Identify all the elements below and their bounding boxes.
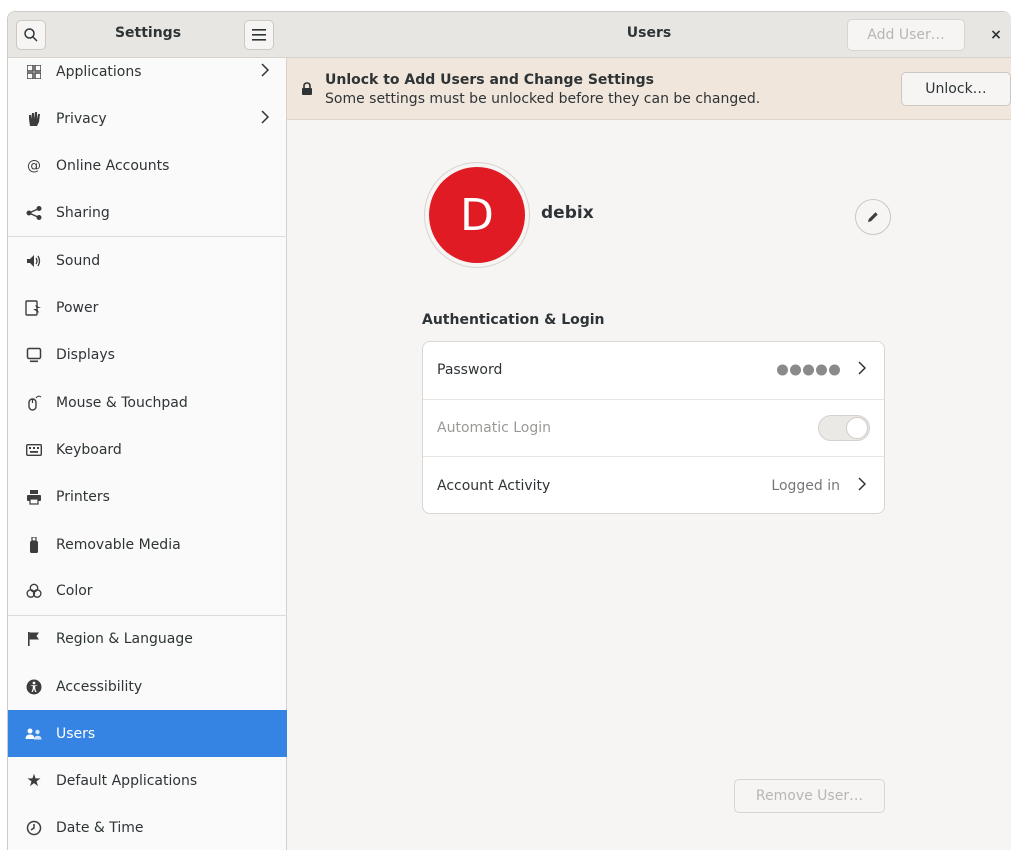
menu-button[interactable] bbox=[244, 20, 274, 50]
close-button[interactable]: × bbox=[985, 24, 1007, 46]
auth-section-title: Authentication & Login bbox=[422, 312, 605, 328]
search-button[interactable] bbox=[16, 20, 46, 50]
password-row[interactable]: Password bbox=[423, 342, 884, 400]
sidebar-item-applications[interactable]: Applications bbox=[8, 48, 287, 95]
automatic-login-toggle[interactable] bbox=[818, 414, 870, 441]
toggle-knob bbox=[846, 416, 868, 439]
sidebar-item-power[interactable]: Power bbox=[8, 284, 287, 331]
sidebar-item-color[interactable]: Color bbox=[8, 568, 287, 616]
accessibility-icon bbox=[24, 677, 44, 697]
sidebar-item-keyboard[interactable]: Keyboard bbox=[8, 426, 287, 473]
unlock-title: Unlock to Add Users and Change Settings bbox=[325, 72, 654, 88]
chevron-right-icon bbox=[261, 63, 270, 81]
settings-window: Settings Applications Privacy @ Online A… bbox=[7, 11, 1011, 850]
username: debix bbox=[541, 203, 594, 223]
sidebar: Settings Applications Privacy @ Online A… bbox=[8, 12, 287, 850]
sidebar-item-label: Date & Time bbox=[56, 820, 144, 837]
main-panel: Users Add User… × Unlock to Add Users an… bbox=[287, 12, 1011, 850]
users-icon bbox=[24, 724, 44, 744]
sidebar-item-label: Printers bbox=[56, 489, 110, 506]
main-header: Users Add User… × bbox=[287, 12, 1011, 58]
sidebar-item-sharing[interactable]: Sharing bbox=[8, 190, 287, 238]
at-sign-icon: @ bbox=[27, 158, 41, 175]
color-icon bbox=[24, 581, 44, 601]
sidebar-item-privacy[interactable]: Privacy bbox=[8, 95, 287, 142]
speaker-icon bbox=[24, 251, 44, 271]
sidebar-item-mouse-touchpad[interactable]: Mouse & Touchpad bbox=[8, 379, 287, 426]
keyboard-icon bbox=[24, 440, 44, 460]
unlock-subtitle: Some settings must be unlocked before th… bbox=[325, 91, 761, 107]
share-icon bbox=[24, 203, 44, 223]
sidebar-item-region-language[interactable]: Region & Language bbox=[8, 616, 287, 663]
sidebar-item-label: Online Accounts bbox=[56, 158, 170, 175]
close-icon: × bbox=[990, 27, 1002, 43]
password-label: Password bbox=[437, 362, 503, 379]
sidebar-item-label: Displays bbox=[56, 347, 115, 364]
clock-icon bbox=[24, 818, 44, 838]
mouse-icon bbox=[24, 393, 44, 413]
sidebar-item-removable-media[interactable]: Removable Media bbox=[8, 521, 287, 568]
chevron-right-icon bbox=[261, 110, 270, 128]
remove-user-button[interactable]: Remove User… bbox=[734, 779, 885, 813]
edit-name-button[interactable] bbox=[855, 199, 891, 235]
sidebar-item-label: Applications bbox=[56, 63, 142, 80]
display-icon bbox=[24, 345, 44, 365]
search-icon bbox=[24, 28, 38, 42]
sidebar-item-online-accounts[interactable]: @ Online Accounts bbox=[8, 143, 287, 190]
star-icon: ★ bbox=[26, 771, 42, 792]
sidebar-item-label: Sound bbox=[56, 252, 101, 269]
pencil-icon bbox=[868, 212, 878, 222]
sidebar-item-label: Users bbox=[56, 725, 96, 742]
sidebar-list: Applications Privacy @ Online Accounts S… bbox=[8, 48, 287, 850]
unlock-infobar: Unlock to Add Users and Change Settings … bbox=[287, 58, 1011, 120]
sidebar-item-date-time[interactable]: Date & Time bbox=[8, 805, 287, 850]
sidebar-item-label: Power bbox=[56, 300, 99, 317]
sidebar-item-label: Mouse & Touchpad bbox=[56, 394, 188, 411]
hamburger-menu-icon bbox=[252, 29, 266, 41]
sidebar-item-label: Removable Media bbox=[56, 536, 181, 553]
chevron-right-icon bbox=[858, 477, 867, 495]
account-activity-row[interactable]: Account Activity Logged in bbox=[423, 457, 884, 515]
add-user-button[interactable]: Add User… bbox=[847, 19, 965, 51]
sidebar-item-label: Privacy bbox=[56, 110, 107, 127]
sidebar-item-label: Region & Language bbox=[56, 631, 193, 648]
sidebar-title: Settings bbox=[114, 25, 182, 41]
sidebar-item-users[interactable]: Users bbox=[8, 710, 287, 758]
account-activity-value: Logged in bbox=[771, 477, 840, 494]
sidebar-item-sound[interactable]: Sound bbox=[8, 237, 287, 284]
chevron-right-icon bbox=[858, 361, 867, 379]
applications-icon bbox=[24, 62, 44, 82]
flag-icon bbox=[24, 629, 44, 649]
sidebar-item-label: Default Applications bbox=[56, 773, 198, 790]
lock-icon bbox=[301, 82, 313, 99]
sidebar-item-label: Color bbox=[56, 583, 93, 600]
sidebar-item-displays[interactable]: Displays bbox=[8, 332, 287, 379]
printer-icon bbox=[24, 487, 44, 507]
avatar-initial: D bbox=[429, 167, 525, 263]
sidebar-item-label: Accessibility bbox=[56, 678, 143, 695]
sidebar-item-default-applications[interactable]: ★ Default Applications bbox=[8, 757, 287, 804]
auth-settings-list: Password Automatic Login Account Activit… bbox=[422, 341, 885, 514]
automatic-login-label: Automatic Login bbox=[437, 419, 552, 436]
privacy-hand-icon bbox=[24, 109, 44, 129]
automatic-login-row: Automatic Login bbox=[423, 400, 884, 458]
sidebar-item-printers[interactable]: Printers bbox=[8, 474, 287, 521]
avatar[interactable]: D bbox=[424, 162, 530, 268]
sidebar-item-accessibility[interactable]: Accessibility bbox=[8, 663, 287, 710]
usb-drive-icon bbox=[24, 535, 44, 555]
account-activity-label: Account Activity bbox=[437, 477, 551, 494]
sidebar-item-label: Sharing bbox=[56, 205, 110, 222]
unlock-button[interactable]: Unlock… bbox=[901, 72, 1011, 106]
power-battery-icon bbox=[24, 298, 44, 318]
sidebar-item-label: Keyboard bbox=[56, 442, 122, 459]
password-dots bbox=[777, 364, 840, 376]
